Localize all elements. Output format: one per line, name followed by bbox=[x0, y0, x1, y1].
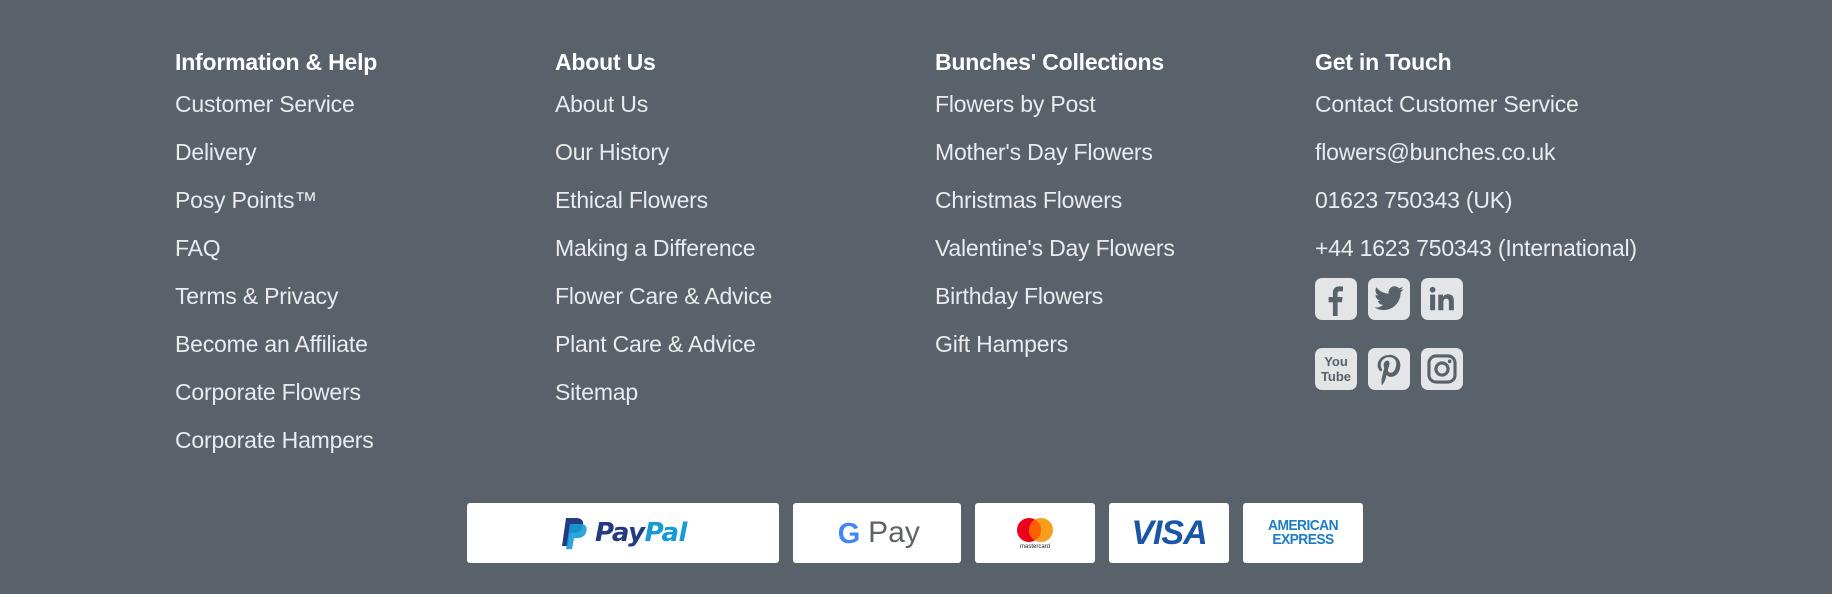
paypal-icon bbox=[562, 518, 587, 550]
amex-line2: EXPRESS bbox=[1272, 531, 1334, 548]
footer-link-about-us[interactable]: About Us bbox=[555, 80, 935, 128]
footer-link-flowers-by-post[interactable]: Flowers by Post bbox=[935, 80, 1315, 128]
footer-link-making-difference[interactable]: Making a Difference bbox=[555, 224, 935, 272]
column-heading: About Us bbox=[555, 49, 656, 75]
footer-link-gift-hampers[interactable]: Gift Hampers bbox=[935, 320, 1315, 368]
social-row bbox=[1315, 278, 1695, 320]
social-row: You Tube bbox=[1315, 348, 1695, 390]
mastercard-badge: mastercard bbox=[975, 503, 1095, 563]
collections-column: Bunches' Collections Flowers by Post Mot… bbox=[935, 44, 1315, 464]
linkedin-icon[interactable] bbox=[1421, 278, 1463, 320]
amex-logo: AMERICAN EXPRESS bbox=[1268, 518, 1339, 548]
column-heading: Get in Touch bbox=[1315, 49, 1452, 75]
column-heading: Information & Help bbox=[175, 49, 378, 75]
payment-methods: PayPal G Pay mastercard VISA AMERICAN EX… bbox=[467, 503, 1363, 563]
paypal-pay-text: Pay bbox=[595, 518, 645, 548]
footer-link-terms-privacy[interactable]: Terms & Privacy bbox=[175, 272, 555, 320]
youtube-icon[interactable]: You Tube bbox=[1315, 348, 1357, 390]
footer-link-our-history[interactable]: Our History bbox=[555, 128, 935, 176]
link-list: Flowers by Post Mother's Day Flowers Chr… bbox=[935, 80, 1315, 368]
instagram-icon[interactable] bbox=[1421, 348, 1463, 390]
footer-link-email[interactable]: flowers@bunches.co.uk bbox=[1315, 128, 1695, 176]
twitter-icon[interactable] bbox=[1368, 278, 1410, 320]
mastercard-circles-icon bbox=[1017, 517, 1053, 542]
info-help-column: Information & Help Customer Service Deli… bbox=[175, 44, 555, 464]
column-heading: Bunches' Collections bbox=[935, 49, 1164, 75]
link-list: Contact Customer Service flowers@bunches… bbox=[1315, 80, 1695, 272]
pinterest-icon[interactable] bbox=[1368, 348, 1410, 390]
footer-link-christmas[interactable]: Christmas Flowers bbox=[935, 176, 1315, 224]
footer-link-ethical-flowers[interactable]: Ethical Flowers bbox=[555, 176, 935, 224]
mastercard-logo: mastercard bbox=[1014, 517, 1056, 550]
paypal-badge: PayPal bbox=[467, 503, 779, 563]
footer-link-phone-international[interactable]: +44 1623 750343 (International) bbox=[1315, 224, 1695, 272]
visa-text: VISA bbox=[1131, 513, 1207, 552]
footer-link-sitemap[interactable]: Sitemap bbox=[555, 368, 935, 416]
paypal-wordmark: PayPal bbox=[595, 518, 687, 548]
google-pay-badge: G Pay bbox=[793, 503, 961, 563]
footer-link-posy-points[interactable]: Posy Points™ bbox=[175, 176, 555, 224]
social-links: You Tube bbox=[1315, 278, 1695, 390]
footer-link-plant-care[interactable]: Plant Care & Advice bbox=[555, 320, 935, 368]
footer-link-valentines[interactable]: Valentine's Day Flowers bbox=[935, 224, 1315, 272]
google-g-icon: G bbox=[838, 518, 861, 548]
footer-link-contact-customer-service[interactable]: Contact Customer Service bbox=[1315, 80, 1695, 128]
get-in-touch-column: Get in Touch Contact Customer Service fl… bbox=[1315, 44, 1695, 464]
link-list: Customer Service Delivery Posy Points™ F… bbox=[175, 80, 555, 464]
footer-link-faq[interactable]: FAQ bbox=[175, 224, 555, 272]
footer-link-birthday[interactable]: Birthday Flowers bbox=[935, 272, 1315, 320]
footer-link-delivery[interactable]: Delivery bbox=[175, 128, 555, 176]
visa-badge: VISA bbox=[1109, 503, 1229, 563]
amex-badge: AMERICAN EXPRESS bbox=[1243, 503, 1363, 563]
footer-link-flower-care[interactable]: Flower Care & Advice bbox=[555, 272, 935, 320]
google-g-letter: G bbox=[838, 518, 861, 548]
youtube-bottom-label: Tube bbox=[1321, 369, 1351, 384]
link-list: About Us Our History Ethical Flowers Mak… bbox=[555, 80, 935, 416]
footer-link-become-affiliate[interactable]: Become an Affiliate bbox=[175, 320, 555, 368]
youtube-top-label: You bbox=[1324, 354, 1348, 369]
footer-link-phone-uk[interactable]: 01623 750343 (UK) bbox=[1315, 176, 1695, 224]
footer-link-corporate-hampers[interactable]: Corporate Hampers bbox=[175, 416, 555, 464]
google-pay-text: Pay bbox=[868, 516, 920, 549]
mastercard-text: mastercard bbox=[1019, 543, 1050, 550]
footer-link-customer-service[interactable]: Customer Service bbox=[175, 80, 555, 128]
paypal-pal-text: Pal bbox=[644, 518, 688, 548]
footer-link-mothers-day[interactable]: Mother's Day Flowers bbox=[935, 128, 1315, 176]
about-us-column: About Us About Us Our History Ethical Fl… bbox=[555, 44, 935, 464]
facebook-icon[interactable] bbox=[1315, 278, 1357, 320]
footer-link-corporate-flowers[interactable]: Corporate Flowers bbox=[175, 368, 555, 416]
footer-columns: Information & Help Customer Service Deli… bbox=[175, 44, 1695, 464]
